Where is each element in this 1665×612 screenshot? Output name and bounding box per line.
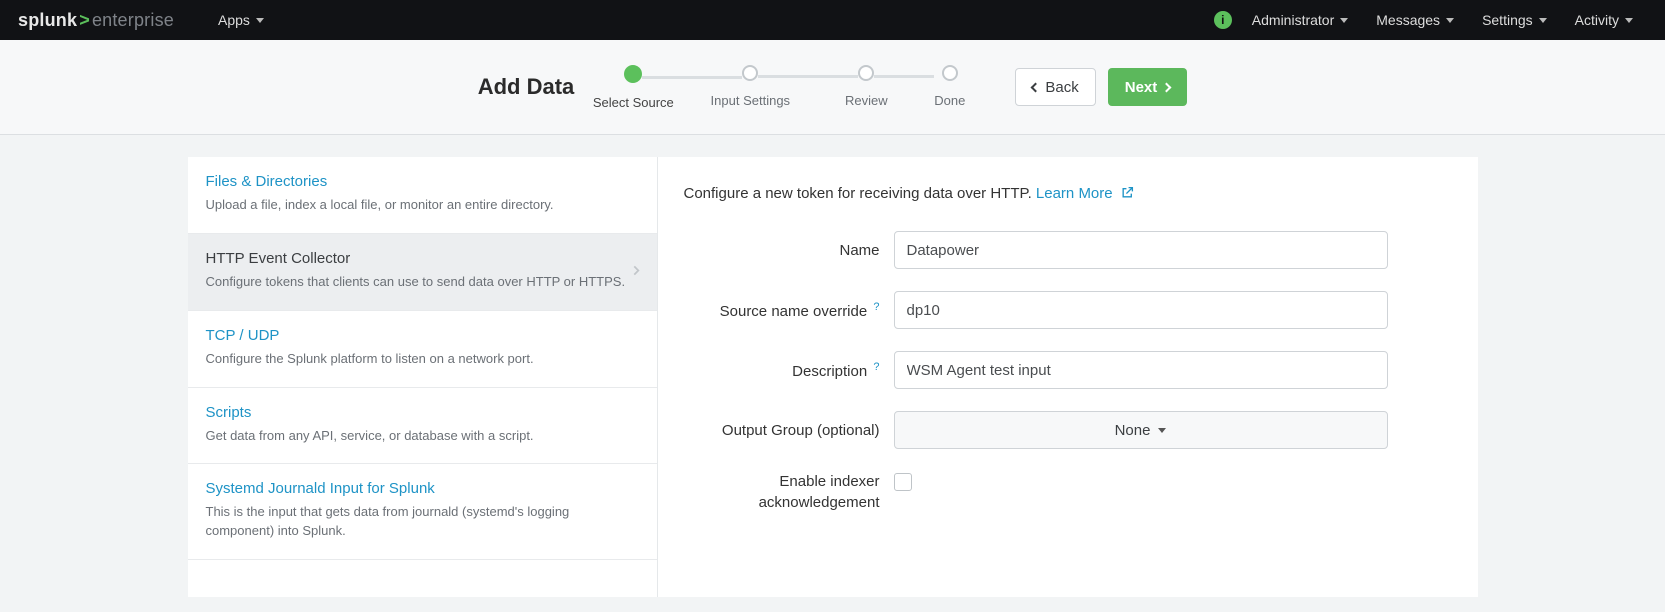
nav-messages[interactable]: Messages bbox=[1362, 12, 1468, 28]
form-row-output-group: Output Group (optional) None bbox=[684, 411, 1452, 449]
learn-more-link[interactable]: Learn More bbox=[1036, 185, 1134, 202]
next-button-label: Next bbox=[1125, 79, 1158, 96]
label-indexer-ack-l2: acknowledgement bbox=[684, 492, 880, 513]
output-group-value: None bbox=[1115, 422, 1151, 439]
wizard-line bbox=[642, 76, 742, 79]
source-item-http-event-collector[interactable]: HTTP Event Collector Configure tokens th… bbox=[188, 234, 657, 311]
source-desc: This is the input that gets data from jo… bbox=[206, 503, 639, 541]
wizard-line bbox=[874, 75, 934, 78]
nav-apps-label: Apps bbox=[218, 12, 250, 28]
next-button[interactable]: Next bbox=[1108, 68, 1188, 106]
chevron-right-icon bbox=[1162, 82, 1172, 92]
info-glyph: i bbox=[1221, 13, 1224, 27]
nav-apps[interactable]: Apps bbox=[204, 12, 278, 28]
page-title: Add Data bbox=[478, 74, 575, 100]
nav-activity-label: Activity bbox=[1575, 12, 1619, 28]
wizard-dot bbox=[858, 65, 874, 81]
source-item-files-directories[interactable]: Files & Directories Upload a file, index… bbox=[188, 157, 657, 234]
label-indexer-ack: Enable indexer acknowledgement bbox=[684, 471, 894, 513]
source-desc: Get data from any API, service, or datab… bbox=[206, 427, 639, 446]
label-source-override-text: Source name override bbox=[720, 303, 868, 320]
source-title: HTTP Event Collector bbox=[206, 250, 639, 267]
wizard-label: Review bbox=[845, 93, 888, 108]
form-intro: Configure a new token for receiving data… bbox=[684, 185, 1452, 203]
source-desc: Upload a file, index a local file, or mo… bbox=[206, 196, 639, 215]
caret-down-icon bbox=[1625, 18, 1633, 23]
wizard-step-review: Review bbox=[858, 65, 934, 108]
info-icon[interactable]: i bbox=[1214, 11, 1232, 29]
top-navbar: splunk > enterprise Apps i Administrator… bbox=[0, 0, 1665, 40]
wizard-dot bbox=[742, 65, 758, 81]
source-title: Files & Directories bbox=[206, 173, 639, 190]
source-desc: Configure tokens that clients can use to… bbox=[206, 273, 639, 292]
learn-more-label: Learn More bbox=[1036, 185, 1113, 202]
source-item-systemd-journald[interactable]: Systemd Journald Input for Splunk This i… bbox=[188, 464, 657, 560]
source-desc: Configure the Splunk platform to listen … bbox=[206, 350, 639, 369]
nav-settings-label: Settings bbox=[1482, 12, 1533, 28]
wizard-step-input-settings: Input Settings bbox=[742, 65, 858, 108]
external-link-icon bbox=[1121, 186, 1134, 203]
source-item-scripts[interactable]: Scripts Get data from any API, service, … bbox=[188, 388, 657, 465]
nav-administrator[interactable]: Administrator bbox=[1238, 12, 1362, 28]
source-item-tcp-udp[interactable]: TCP / UDP Configure the Splunk platform … bbox=[188, 311, 657, 388]
indexer-ack-checkbox[interactable] bbox=[894, 473, 912, 491]
brand-logo[interactable]: splunk > enterprise bbox=[18, 10, 174, 31]
chevron-right-icon bbox=[629, 261, 643, 282]
nav-settings[interactable]: Settings bbox=[1468, 12, 1561, 28]
label-name: Name bbox=[684, 242, 894, 259]
label-source-override: Source name override ? bbox=[684, 301, 894, 320]
source-override-field[interactable] bbox=[894, 291, 1388, 329]
source-title: Systemd Journald Input for Splunk bbox=[206, 480, 639, 497]
wizard-dot bbox=[624, 65, 642, 83]
label-indexer-ack-l1: Enable indexer bbox=[684, 471, 880, 492]
brand-gt: > bbox=[79, 10, 90, 31]
form-row-description: Description ? bbox=[684, 351, 1452, 389]
help-icon[interactable]: ? bbox=[873, 361, 879, 373]
chevron-left-icon bbox=[1031, 82, 1041, 92]
caret-down-icon bbox=[1340, 18, 1348, 23]
brand-part1: splunk bbox=[18, 10, 77, 31]
source-title: Scripts bbox=[206, 404, 639, 421]
name-field[interactable] bbox=[894, 231, 1388, 269]
content-area: Files & Directories Upload a file, index… bbox=[188, 157, 1478, 597]
source-list: Files & Directories Upload a file, index… bbox=[188, 157, 658, 597]
wizard-steps: Select Source Input Settings Review bbox=[624, 65, 965, 110]
form-pane: Configure a new token for receiving data… bbox=[658, 157, 1478, 597]
back-button-label: Back bbox=[1045, 79, 1078, 96]
description-field[interactable] bbox=[894, 351, 1388, 389]
label-output-group: Output Group (optional) bbox=[684, 422, 894, 439]
nav-admin-label: Administrator bbox=[1252, 12, 1334, 28]
form-row-name: Name bbox=[684, 231, 1452, 269]
form-row-indexer-ack: Enable indexer acknowledgement bbox=[684, 471, 1452, 513]
brand-part2: enterprise bbox=[92, 10, 174, 31]
label-description: Description ? bbox=[684, 361, 894, 380]
output-group-select[interactable]: None bbox=[894, 411, 1388, 449]
label-description-text: Description bbox=[792, 363, 867, 380]
caret-down-icon bbox=[1446, 18, 1454, 23]
caret-down-icon bbox=[1158, 428, 1166, 433]
caret-down-icon bbox=[256, 18, 264, 23]
nav-activity[interactable]: Activity bbox=[1561, 12, 1647, 28]
back-button[interactable]: Back bbox=[1015, 68, 1095, 106]
help-icon[interactable]: ? bbox=[873, 301, 879, 313]
subheader: Add Data Select Source Input Settings bbox=[0, 40, 1665, 135]
intro-text: Configure a new token for receiving data… bbox=[684, 185, 1036, 202]
wizard-label: Input Settings bbox=[711, 93, 791, 108]
form-row-source-override: Source name override ? bbox=[684, 291, 1452, 329]
wizard-dot bbox=[942, 65, 958, 81]
wizard-step-done: Done bbox=[934, 65, 965, 108]
source-title: TCP / UDP bbox=[206, 327, 639, 344]
caret-down-icon bbox=[1539, 18, 1547, 23]
wizard-label: Select Source bbox=[593, 95, 674, 110]
wizard-label: Done bbox=[934, 93, 965, 108]
nav-messages-label: Messages bbox=[1376, 12, 1440, 28]
wizard-line bbox=[758, 75, 858, 78]
